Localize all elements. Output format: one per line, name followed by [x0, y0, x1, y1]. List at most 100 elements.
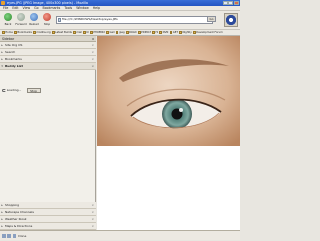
- bookmark-item[interactable]: Development Forum: [193, 31, 223, 34]
- mozilla-throbber-icon[interactable]: [224, 13, 238, 27]
- panel-label: Bookmarks: [5, 57, 22, 61]
- bookmark-label: Gall: [109, 31, 115, 34]
- url-field[interactable]: file:///C:/WINDOWS/Desktop/eyes.JPG: [56, 16, 213, 24]
- bookmark-item[interactable]: Latest Builds: [51, 31, 72, 34]
- panel-close-icon[interactable]: ×: [91, 63, 94, 70]
- bookmark-item[interactable]: KI: [83, 31, 89, 34]
- component-bar-icon[interactable]: [2, 234, 6, 238]
- bookmark-item[interactable]: NVN: [159, 31, 168, 34]
- bookmark-label: jpeg: [119, 31, 125, 34]
- menu-view[interactable]: View: [23, 6, 31, 10]
- bookmark-item[interactable]: Gall: [106, 31, 115, 34]
- back-label: Back: [4, 21, 12, 26]
- bookmark-label: Latest Builds: [55, 31, 72, 34]
- panel-close-icon[interactable]: ×: [91, 42, 94, 49]
- sidebar-panel-weather[interactable]: Weather Kiosk ×: [0, 216, 96, 223]
- forward-button[interactable]: Forward: [15, 12, 27, 28]
- navigation-toolbar: Back Forward Reload Stop file:///C:/WIND…: [0, 11, 240, 30]
- mail-icon[interactable]: [7, 234, 11, 238]
- bookmark-label: GET: [172, 31, 179, 34]
- back-button[interactable]: Back: [2, 12, 14, 28]
- back-arrow-icon: [4, 13, 12, 21]
- panel-close-icon[interactable]: ×: [91, 223, 94, 230]
- stop-button[interactable]: Stop: [41, 12, 53, 28]
- loading-text: Loading...: [6, 88, 22, 93]
- bookmark-item[interactable]: jpeg: [115, 31, 125, 34]
- menu-file[interactable]: File: [3, 6, 8, 10]
- bookmark-item[interactable]: Bookmarks: [14, 31, 32, 34]
- bookmark-item[interactable]: Nightly: [179, 31, 192, 34]
- panel-close-icon[interactable]: ×: [91, 209, 94, 216]
- sidebar-title: Sidebar: [2, 37, 15, 41]
- loading-stop-button[interactable]: Stop: [26, 88, 41, 93]
- menu-help[interactable]: Help: [93, 6, 100, 10]
- panel-label: Weather Kiosk: [5, 217, 27, 221]
- panel-label: Search: [5, 50, 16, 54]
- bookmark-item[interactable]: GET: [169, 31, 179, 34]
- sidebar-panel-maps[interactable]: Maps & Directions ×: [0, 223, 96, 230]
- bookmark-label: PHOENIX: [93, 31, 105, 34]
- panel-label: Buddy List: [5, 64, 23, 68]
- go-button[interactable]: Go: [207, 16, 216, 22]
- window-controls: [222, 0, 239, 6]
- bookmark-label: Home: [5, 31, 13, 34]
- sidebar-panel-buddy-list[interactable]: Buddy List ×: [0, 63, 96, 70]
- bookmark-label: Development Forum: [196, 31, 223, 34]
- stop-label: Stop: [43, 21, 51, 26]
- bookmark-label: mail: [76, 31, 82, 34]
- panel-close-icon[interactable]: ×: [91, 49, 94, 56]
- sidebar-panel-netscape-channels[interactable]: Netscape Channels ×: [0, 209, 96, 216]
- bookmark-label: Hi: [155, 31, 159, 34]
- reload-label: Reload: [29, 21, 39, 26]
- url-text: file:///C:/WINDOWS/Desktop/eyes.JPG: [62, 17, 118, 21]
- bookmark-item[interactable]: PDPOLT: [137, 31, 151, 34]
- sidebar: Sidebar x Site Org OS× Search× Bookmarks…: [0, 36, 96, 230]
- bookmark-label: ROAD: [129, 31, 137, 34]
- forward-label: Forward: [15, 21, 27, 26]
- sidebar-panel-search[interactable]: Search ×: [0, 49, 96, 56]
- menu-tools[interactable]: Tools: [64, 6, 72, 10]
- minimize-button[interactable]: [222, 0, 228, 6]
- bookmark-label: KI: [86, 31, 89, 34]
- reload-button[interactable]: Reload: [28, 12, 40, 28]
- bookmark-item[interactable]: mail: [73, 31, 82, 34]
- menu-edit[interactable]: Edit: [12, 6, 18, 10]
- composer-icon[interactable]: [12, 234, 17, 238]
- bookmark-label: NVN: [162, 31, 169, 34]
- maximize-button[interactable]: [228, 0, 234, 6]
- content-area: [97, 36, 240, 230]
- displayed-image: [97, 36, 240, 146]
- window-title: eyes.JPG (JPEG Image, 400x300 pixels) - …: [7, 1, 88, 5]
- panel-close-icon[interactable]: ×: [91, 216, 94, 223]
- reload-icon: [30, 13, 38, 21]
- panel-label: Site Org OS: [5, 43, 23, 47]
- bookmark-label: Nightly: [182, 31, 192, 34]
- bookmark-item[interactable]: Home: [2, 31, 13, 34]
- page-proxy-icon: [58, 18, 61, 22]
- menu-window[interactable]: Window: [76, 6, 89, 10]
- panel-close-icon[interactable]: ×: [91, 202, 94, 209]
- panel-label: Netscape Channels: [5, 210, 34, 214]
- bookmark-label: mozilla.org: [36, 31, 51, 34]
- panel-close-icon[interactable]: ×: [91, 56, 94, 63]
- bookmark-item[interactable]: ROAD: [125, 31, 137, 34]
- stop-icon: [43, 13, 51, 21]
- sidebar-panel-site-org[interactable]: Site Org OS ×: [0, 42, 96, 49]
- menu-bookmarks[interactable]: Bookmarks: [43, 6, 61, 10]
- sidebar-panel-shopping[interactable]: Shopping ×: [0, 202, 96, 209]
- panel-label: Maps & Directions: [5, 224, 33, 228]
- status-bar: Done: [0, 230, 240, 240]
- forward-arrow-icon: [17, 13, 25, 21]
- loading-spinner-icon: [2, 88, 6, 93]
- menu-go[interactable]: Go: [34, 6, 38, 10]
- bookmark-item[interactable]: PHOENIX: [90, 31, 105, 34]
- status-text: Done: [18, 234, 27, 238]
- panel-label: Shopping: [5, 203, 20, 207]
- bookmark-item[interactable]: Hi: [152, 31, 158, 34]
- mozilla-app-icon: [1, 1, 5, 5]
- sidebar-panel-bookmarks[interactable]: Bookmarks ×: [0, 56, 96, 63]
- bookmark-item[interactable]: mozilla.org: [33, 31, 51, 34]
- bookmark-label: Bookmarks: [17, 31, 32, 34]
- close-window-button[interactable]: [234, 0, 239, 6]
- buddy-list-loading: Loading... Stop: [2, 88, 41, 93]
